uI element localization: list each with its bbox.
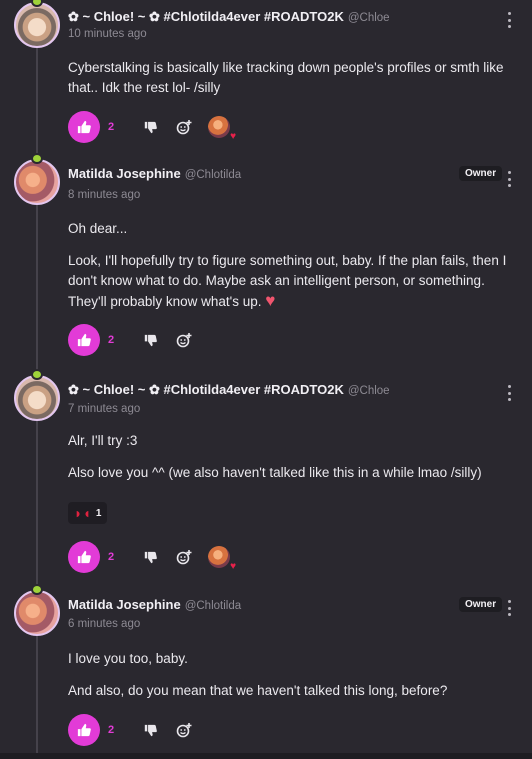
thumbs-down-icon: [144, 724, 157, 736]
author-name[interactable]: ✿ ~ Chloe! ~ ✿ #Chlotilda4ever #ROADTO2K: [68, 382, 344, 398]
avatar-image: [14, 2, 60, 48]
frog-badge-icon: [31, 153, 43, 164]
avatar[interactable]: [13, 369, 61, 421]
comment-actions: 2: [68, 324, 192, 356]
comment-paragraph: Also love you ^^ (we also haven't talked…: [68, 465, 482, 480]
emoji-reaction-pill[interactable]: ◗◖ 1: [68, 502, 108, 524]
like-count: 2: [108, 334, 115, 346]
timestamp: 8 minutes ago: [68, 189, 141, 201]
like-button[interactable]: [68, 541, 100, 573]
timestamp: 10 minutes ago: [68, 28, 147, 40]
comment-actions: 2 ♥: [68, 541, 236, 573]
heart-emoji-icon: ♥: [265, 291, 276, 310]
author-name[interactable]: ✿ ~ Chloe! ~ ✿ #Chlotilda4ever #ROADTO2K: [68, 9, 344, 25]
thumbs-up-icon: [77, 333, 91, 347]
add-emoji-icon: [176, 550, 192, 565]
author-handle[interactable]: @Chlotilda: [185, 169, 241, 181]
comment-paragraph: I love you too, baby.: [68, 651, 188, 666]
timestamp: 7 minutes ago: [68, 403, 141, 415]
add-reaction-button[interactable]: [176, 549, 192, 565]
dislike-button[interactable]: [142, 549, 158, 565]
comment-paragraph: Cyberstalking is basically like tracking…: [68, 60, 504, 95]
comment-body: I love you too, baby. And also, do you m…: [68, 649, 516, 701]
bottom-bar: [0, 753, 532, 759]
comment: Matilda Josephine @Chlotilda 8 minutes a…: [0, 153, 532, 367]
comment-actions: 2 ♥: [68, 111, 236, 143]
comment: ✿ ~ Chloe! ~ ✿ #Chlotilda4ever #ROADTO2K…: [0, 369, 532, 583]
comment-body: Oh dear... Look, I'll hopefully try to f…: [68, 219, 516, 312]
heart-icon: ♥: [230, 561, 236, 572]
author-handle[interactable]: @Chloe: [348, 12, 390, 24]
heart-icon: ♥: [230, 131, 236, 142]
thumbs-down-icon: [144, 551, 157, 563]
comment-paragraph: Oh dear...: [68, 221, 128, 236]
avatar-image: [14, 159, 60, 205]
comment-paragraph: And also, do you mean that we haven't ta…: [68, 683, 448, 698]
add-emoji-icon: [176, 120, 192, 135]
thumbs-up-icon: [77, 550, 91, 564]
comment-actions: 2: [68, 714, 192, 746]
frog-badge-icon: [31, 584, 43, 595]
owner-badge: Owner: [459, 597, 503, 612]
comment: ✿ ~ Chloe! ~ ✿ #Chlotilda4ever #ROADTO2K…: [0, 0, 532, 150]
comment-paragraph: Alr, I'll try :3: [68, 433, 138, 448]
like-count: 2: [108, 724, 115, 736]
add-emoji-icon: [176, 723, 192, 738]
kiss-lips-icon: ◗◖: [74, 505, 91, 521]
comment-paragraph: Look, I'll hopefully try to figure somet…: [68, 253, 507, 310]
frog-badge-icon: [31, 369, 43, 380]
add-reaction-button[interactable]: [176, 722, 192, 738]
avatar[interactable]: [13, 153, 61, 205]
avatar[interactable]: [13, 0, 61, 48]
thumbs-down-icon: [144, 334, 157, 346]
add-reaction-button[interactable]: [176, 119, 192, 135]
timestamp: 6 minutes ago: [68, 618, 141, 630]
comment-body: Alr, I'll try :3 Also love you ^^ (we al…: [68, 431, 516, 483]
add-emoji-icon: [176, 333, 192, 348]
reaction-count: 1: [95, 507, 102, 519]
comment-body: Cyberstalking is basically like tracking…: [68, 58, 516, 98]
comment: Matilda Josephine @Chlotilda 6 minutes a…: [0, 584, 532, 753]
reacted-user-avatar[interactable]: ♥: [208, 116, 236, 142]
more-options-icon[interactable]: [506, 171, 512, 187]
dislike-button[interactable]: [142, 332, 158, 348]
owner-badge: Owner: [459, 166, 503, 181]
more-options-icon[interactable]: [506, 12, 512, 28]
more-options-icon[interactable]: [506, 385, 512, 401]
add-reaction-button[interactable]: [176, 332, 192, 348]
like-count: 2: [108, 551, 115, 563]
avatar-image: [14, 590, 60, 636]
thumbs-up-icon: [77, 120, 91, 134]
thumbs-down-icon: [144, 121, 157, 133]
reacted-user-avatar[interactable]: ♥: [208, 546, 236, 572]
like-button[interactable]: [68, 714, 100, 746]
more-options-icon[interactable]: [506, 600, 512, 616]
like-count: 2: [108, 121, 115, 133]
author-name[interactable]: Matilda Josephine: [68, 597, 181, 612]
dislike-button[interactable]: [142, 722, 158, 738]
dislike-button[interactable]: [142, 119, 158, 135]
like-button[interactable]: [68, 111, 100, 143]
avatar-image: [14, 375, 60, 421]
author-handle[interactable]: @Chlotilda: [185, 600, 241, 612]
avatar[interactable]: [13, 584, 61, 636]
author-name[interactable]: Matilda Josephine: [68, 166, 181, 181]
thumbs-up-icon: [77, 723, 91, 737]
author-handle[interactable]: @Chloe: [348, 385, 390, 397]
like-button[interactable]: [68, 324, 100, 356]
